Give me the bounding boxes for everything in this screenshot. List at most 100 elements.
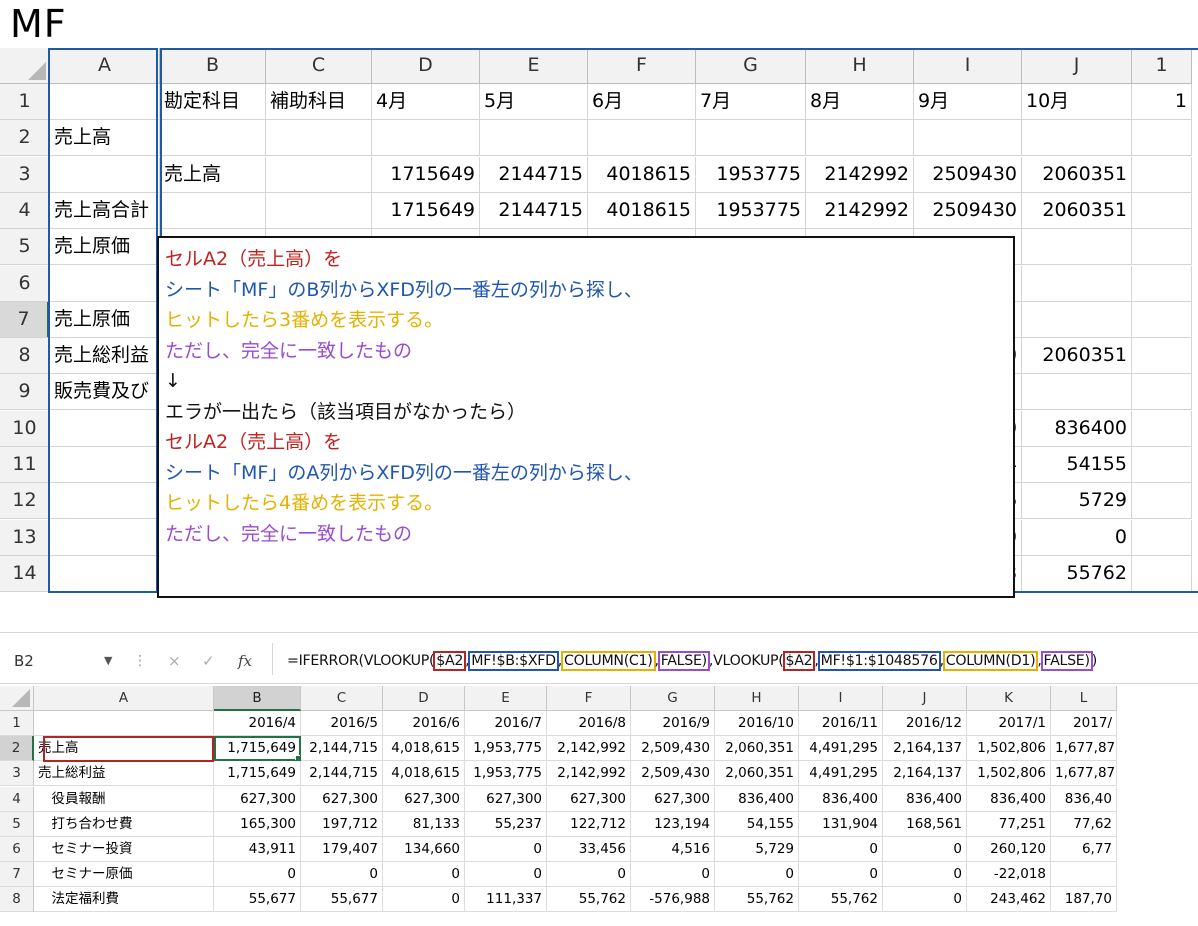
cell[interactable]: 197,712 [301,811,383,837]
column-header[interactable]: F [588,48,696,84]
name-box-dropdown-icon[interactable]: ▼ [104,647,112,675]
column-header[interactable]: I [799,686,883,711]
cell[interactable]: 2,060,351 [715,761,799,787]
cell[interactable]: 2144715 [480,192,588,229]
cell[interactable]: 0 [383,862,465,888]
cell[interactable] [34,711,214,736]
row-header[interactable]: 7 [0,862,34,888]
cell[interactable]: 836400 [1022,410,1132,447]
cell[interactable]: 55,237 [465,811,547,837]
cell[interactable] [50,447,160,483]
cell[interactable] [696,120,806,157]
cell[interactable]: 販売費及び [50,374,160,411]
cell[interactable]: 5,729 [715,837,799,862]
cell[interactable]: 4,491,295 [799,736,883,762]
column-header[interactable]: 1 [1132,48,1192,84]
cell[interactable]: 43,911 [214,837,301,862]
cell[interactable]: 売上総利益 [34,761,214,787]
cell[interactable] [914,120,1022,157]
cell[interactable] [1132,410,1192,447]
column-header[interactable]: L [1051,686,1117,711]
row-header[interactable]: 1 [0,84,50,120]
row-header[interactable]: 5 [0,229,50,266]
cell[interactable]: 627,300 [214,786,301,812]
column-header[interactable]: C [301,686,383,711]
row-header[interactable]: 11 [0,447,50,483]
cell[interactable]: 0 [301,862,383,888]
row-header[interactable]: 12 [0,483,50,520]
cell[interactable]: 123,194 [631,811,715,837]
cell[interactable]: 0 [883,862,967,888]
cell[interactable] [1022,301,1132,338]
cell[interactable]: 77,62 [1051,811,1117,837]
cell[interactable] [1051,862,1117,888]
cell[interactable]: 134,660 [383,837,465,862]
cell[interactable] [1132,519,1192,556]
cell[interactable]: セミナー原価 [34,862,214,888]
cell[interactable]: 179,407 [301,837,383,862]
cell[interactable]: セミナー投資 [34,837,214,862]
row-header[interactable]: 3 [0,761,34,787]
column-header[interactable]: B [160,48,266,84]
cell[interactable]: 2016/4 [214,711,301,736]
cell[interactable]: 627,300 [383,786,465,812]
cell[interactable] [266,192,372,229]
column-header[interactable]: E [480,48,588,84]
cell[interactable]: 4,018,615 [383,736,465,762]
cell[interactable] [1132,156,1192,193]
cell[interactable]: 8月 [806,84,914,120]
cell[interactable] [266,156,372,193]
row-header[interactable]: 8 [0,338,50,375]
row-header[interactable]: 9 [0,374,50,411]
row-header[interactable]: 14 [0,555,50,592]
cell[interactable]: 1,715,649 [214,761,301,787]
row-header[interactable]: 3 [0,156,50,193]
cell[interactable]: 165,300 [214,811,301,837]
column-header[interactable]: G [631,686,715,711]
cell[interactable]: 168,561 [883,811,967,837]
cell[interactable] [50,555,160,592]
cell[interactable]: 55,762 [799,887,883,913]
cell[interactable]: 0 [547,862,631,888]
cell[interactable]: 勘定科目 [160,84,266,120]
cell[interactable]: 1,502,806 [967,736,1051,762]
cell[interactable]: 2017/1 [967,711,1051,736]
select-all-corner[interactable] [0,686,34,711]
cell[interactable]: 1953775 [696,192,806,229]
cell[interactable] [1022,120,1132,157]
select-all-corner[interactable] [0,48,50,84]
cell[interactable]: 2016/10 [715,711,799,736]
cell[interactable]: 2,144,715 [301,761,383,787]
cell[interactable]: 0 [883,887,967,913]
column-header[interactable]: C [266,48,372,84]
cell[interactable]: 2016/12 [883,711,967,736]
cell[interactable]: 33,456 [547,837,631,862]
cell[interactable] [1022,265,1132,302]
column-header[interactable]: J [883,686,967,711]
row-header[interactable]: 6 [0,837,34,862]
cell[interactable] [372,120,480,157]
cell[interactable]: 2016/7 [465,711,547,736]
cell[interactable] [50,265,160,302]
cell[interactable]: 7月 [696,84,806,120]
cell[interactable] [1132,192,1192,229]
cell[interactable]: 0 [465,862,547,888]
cell[interactable] [160,192,266,229]
column-header[interactable]: I [914,48,1022,84]
row-header[interactable]: 2 [0,736,34,762]
cell[interactable]: 836,400 [799,786,883,812]
cell[interactable]: 2509430 [914,156,1022,193]
cell[interactable] [1132,120,1192,157]
cell[interactable]: 1,953,775 [465,736,547,762]
cell[interactable]: 836,400 [967,786,1051,812]
cell[interactable]: 0 [799,837,883,862]
cell[interactable]: 2,164,137 [883,736,967,762]
cell[interactable] [1022,229,1132,266]
cell[interactable]: 122,712 [547,811,631,837]
cell[interactable] [266,120,372,157]
cell[interactable]: 2509430 [914,192,1022,229]
row-header[interactable]: 13 [0,519,50,556]
formula-input[interactable]: =IFERROR(VLOOKUP($A2, MF!$B:$XFD, COLUMN(C… [287,647,1097,675]
cell[interactable]: 0 [715,862,799,888]
cell[interactable]: 売上高 [50,120,160,157]
